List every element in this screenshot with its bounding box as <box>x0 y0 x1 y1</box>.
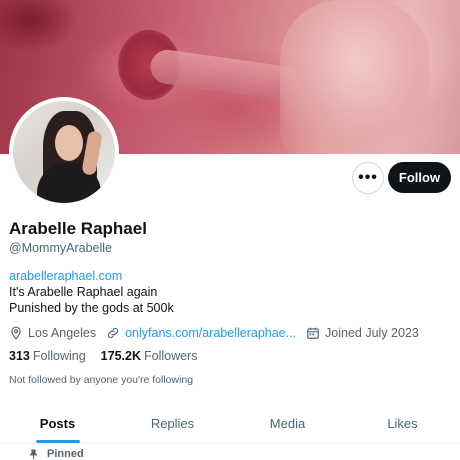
profile-name: Arabelle Raphael <box>9 219 147 238</box>
bio-website-link[interactable]: arabelleraphael.com <box>9 268 174 284</box>
tab-likes[interactable]: Likes <box>345 404 460 443</box>
following-stat[interactable]: 313 Following <box>9 349 86 363</box>
more-options-button[interactable]: ••• <box>352 162 384 194</box>
profile-bio: arabelleraphael.com It's Arabelle Raphae… <box>9 268 174 316</box>
joined-text: Joined July 2023 <box>325 326 419 340</box>
pinned-label: Pinned <box>47 448 84 460</box>
location-pin-icon <box>11 326 21 340</box>
calendar-icon <box>307 327 319 339</box>
profile-meta: Los Angeles onlyfans.com/arabelleraphae.… <box>9 325 429 341</box>
location-item: Los Angeles <box>9 326 96 340</box>
followers-stat[interactable]: 175.2K Followers <box>101 349 198 363</box>
profile-avatar[interactable] <box>9 97 119 207</box>
profile-external-link[interactable]: onlyfans.com/arabelleraphae... <box>125 326 296 340</box>
tab-replies[interactable]: Replies <box>115 404 230 443</box>
pin-icon <box>29 448 38 459</box>
profile-tabs: Posts Replies Media Likes <box>0 404 460 444</box>
more-icon: ••• <box>358 169 378 186</box>
pinned-indicator: Pinned <box>28 448 84 460</box>
following-count: 313 <box>9 349 30 363</box>
link-icon <box>108 327 119 339</box>
location-text: Los Angeles <box>28 326 97 340</box>
tab-media[interactable]: Media <box>230 404 345 443</box>
joined-item: Joined July 2023 <box>306 326 419 340</box>
bio-line: Punished by the gods at 500k <box>9 301 174 315</box>
follow-button[interactable]: Follow <box>388 162 451 193</box>
profile-stats: 313 Following 175.2K Followers <box>9 349 212 363</box>
followers-count: 175.2K <box>100 349 141 363</box>
profile-handle: @MommyArabelle <box>9 241 112 255</box>
banner-hand-shape <box>280 0 430 154</box>
not-followed-note: Not followed by anyone you're following <box>9 374 194 386</box>
link-item: onlyfans.com/arabelleraphae... <box>106 326 296 340</box>
bio-line: It's Arabelle Raphael again <box>9 285 158 299</box>
followers-label: Followers <box>143 349 198 363</box>
following-label: Following <box>32 349 86 363</box>
banner-finger-shape <box>148 47 302 103</box>
tab-posts[interactable]: Posts <box>0 404 115 443</box>
